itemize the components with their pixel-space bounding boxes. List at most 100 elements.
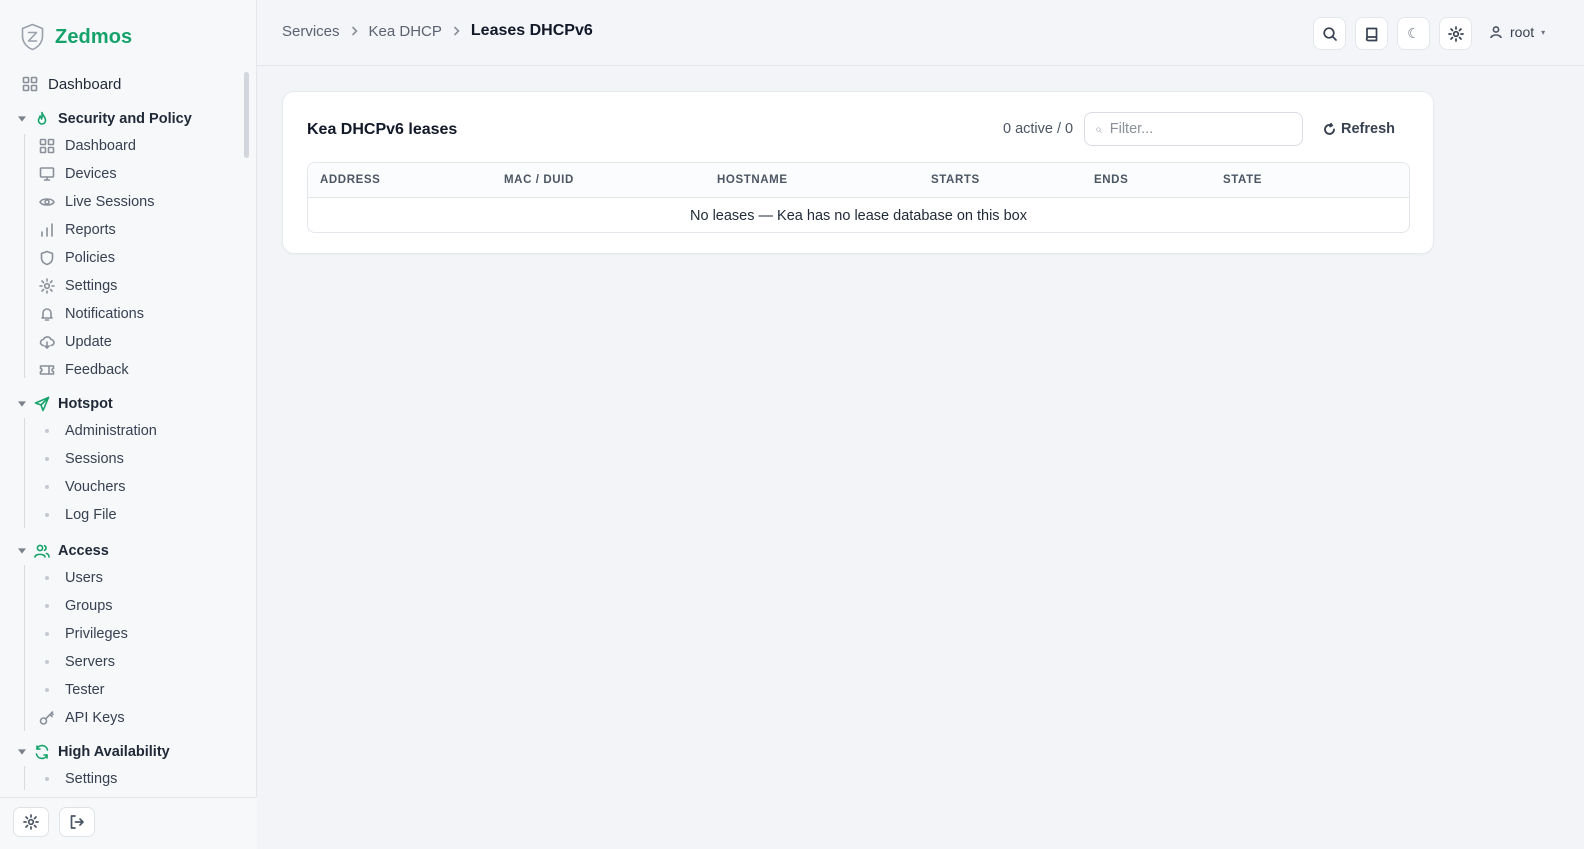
users-icon	[34, 543, 50, 559]
filter-input[interactable]	[1109, 121, 1280, 137]
chevron-down-icon	[18, 115, 26, 123]
refresh-button[interactable]: Refresh	[1310, 112, 1408, 146]
gear-icon	[39, 278, 55, 294]
bullet-icon	[39, 457, 55, 461]
table-header: ADDRESS MAC / DUID HOSTNAME STARTS ENDS …	[308, 163, 1409, 198]
sidebar-item-live-sessions[interactable]: Live Sessions	[39, 190, 154, 214]
sidebar-item-label: Devices	[65, 166, 117, 182]
sidebar-item-policies[interactable]: Policies	[39, 246, 115, 270]
column-header-hostname[interactable]: HOSTNAME	[717, 174, 788, 186]
sidebar-item-administration[interactable]: Administration	[39, 419, 157, 443]
column-header-mac-duid[interactable]: MAC / DUID	[504, 174, 574, 186]
bullet-icon	[39, 576, 55, 580]
sidebar-item-tester[interactable]: Tester	[39, 678, 105, 702]
monitor-icon	[39, 166, 55, 182]
column-header-address[interactable]: ADDRESS	[320, 174, 380, 186]
docs-button[interactable]	[1355, 17, 1388, 50]
shield-logo-icon	[21, 23, 44, 51]
empty-state-message: No leases — Kea has no lease database on…	[690, 208, 1027, 224]
sidebar-item-label: Policies	[65, 250, 115, 266]
tree-line	[24, 134, 25, 378]
group-high-availability[interactable]: High Availability	[18, 740, 170, 764]
sidebar-item-groups[interactable]: Groups	[39, 594, 113, 618]
breadcrumb-kea-dhcp[interactable]: Kea DHCP	[369, 23, 442, 40]
chevron-down-icon	[18, 547, 26, 555]
sidebar-item-users[interactable]: Users	[39, 566, 103, 590]
bullet-icon	[39, 485, 55, 489]
column-header-state[interactable]: STATE	[1223, 174, 1262, 186]
settings-button[interactable]	[13, 807, 49, 837]
send-icon	[34, 396, 50, 412]
gear-icon	[23, 814, 39, 830]
sidebar-item-label: Privileges	[65, 626, 128, 642]
eye-icon	[39, 194, 55, 210]
sidebar-item-label: Groups	[65, 598, 113, 614]
page-title: Leases DHCPv6	[470, 22, 593, 39]
group-hotspot[interactable]: Hotspot	[18, 392, 113, 416]
header-settings-button[interactable]	[1439, 17, 1472, 50]
book-icon	[1365, 27, 1377, 41]
cloud-download-icon	[39, 334, 55, 350]
user-name: root	[1510, 24, 1535, 40]
bullet-icon	[39, 604, 55, 608]
chevron-right-icon	[350, 23, 359, 40]
sidebar-nav[interactable]: Dashboard Security and Policy Dashboard …	[0, 66, 257, 790]
user-menu[interactable]: root ▾	[1489, 24, 1545, 40]
group-access[interactable]: Access	[18, 539, 109, 563]
moon-icon: ☾	[1407, 25, 1420, 42]
grid-icon	[22, 76, 38, 92]
column-header-ends[interactable]: ENDS	[1094, 174, 1128, 186]
search-icon	[1322, 26, 1337, 41]
sidebar-item-servers[interactable]: Servers	[39, 650, 115, 674]
key-icon	[39, 710, 55, 726]
shield-icon	[39, 250, 55, 266]
sidebar-item-notifications[interactable]: Notifications	[39, 302, 144, 326]
sidebar-item-label: Sessions	[65, 451, 124, 467]
sidebar-item-log-file[interactable]: Log File	[39, 503, 117, 527]
sidebar-item-ha-settings[interactable]: Settings	[39, 767, 117, 790]
column-header-starts[interactable]: STARTS	[931, 174, 980, 186]
group-title: High Availability	[58, 744, 170, 760]
sidebar-item-label: Tester	[65, 682, 105, 698]
sidebar-item-label: Update	[65, 334, 112, 350]
bullet-icon	[39, 429, 55, 433]
sidebar-item-dashboard[interactable]: Dashboard	[22, 72, 121, 96]
sidebar-item-settings[interactable]: Settings	[39, 274, 117, 298]
sidebar-item-feedback[interactable]: Feedback	[39, 358, 129, 382]
brand-name: Zedmos	[55, 25, 133, 48]
grid-icon	[39, 138, 55, 154]
bullet-icon	[39, 513, 55, 517]
sidebar-item-devices[interactable]: Devices	[39, 162, 117, 186]
bullet-icon	[39, 660, 55, 664]
sidebar-item-api-keys[interactable]: API Keys	[39, 706, 125, 730]
sidebar-item-label: Settings	[65, 278, 118, 294]
sidebar-item-sessions[interactable]: Sessions	[39, 447, 124, 471]
sidebar-item-vouchers[interactable]: Vouchers	[39, 475, 125, 499]
sidebar-item-label: Settings	[65, 771, 118, 787]
filter-field[interactable]: ⌕	[1084, 112, 1303, 146]
group-title: Security and Policy	[58, 111, 192, 127]
chevron-down-icon	[18, 400, 26, 408]
bullet-icon	[39, 632, 55, 636]
bullet-icon	[39, 777, 55, 781]
search-icon: ⌕	[1095, 121, 1102, 136]
sidebar-item-reports[interactable]: Reports	[39, 218, 116, 242]
breadcrumb: Services Kea DHCP Leases DHCPv6	[282, 22, 593, 40]
sidebar-item-label: Live Sessions	[65, 194, 155, 210]
group-security-and-policy[interactable]: Security and Policy	[18, 107, 192, 131]
sidebar-footer	[0, 797, 257, 849]
search-button[interactable]	[1313, 17, 1346, 50]
breadcrumb-services[interactable]: Services	[282, 23, 340, 40]
theme-toggle-button[interactable]: ☾	[1397, 17, 1430, 50]
brand[interactable]: Zedmos	[20, 22, 132, 52]
sidebar-item-sp-dashboard[interactable]: Dashboard	[39, 134, 136, 158]
lease-count: 0 active / 0	[1003, 121, 1074, 137]
group-title: Hotspot	[58, 396, 113, 412]
sidebar-item-label: Reports	[65, 222, 116, 238]
sidebar-item-update[interactable]: Update	[39, 330, 112, 354]
topbar: Services Kea DHCP Leases DHCPv6 ☾	[257, 0, 1584, 66]
logout-button[interactable]	[59, 807, 95, 837]
sidebar-item-privileges[interactable]: Privileges	[39, 622, 128, 646]
sidebar-scrollbar[interactable]	[244, 72, 249, 158]
tree-line	[24, 418, 25, 528]
